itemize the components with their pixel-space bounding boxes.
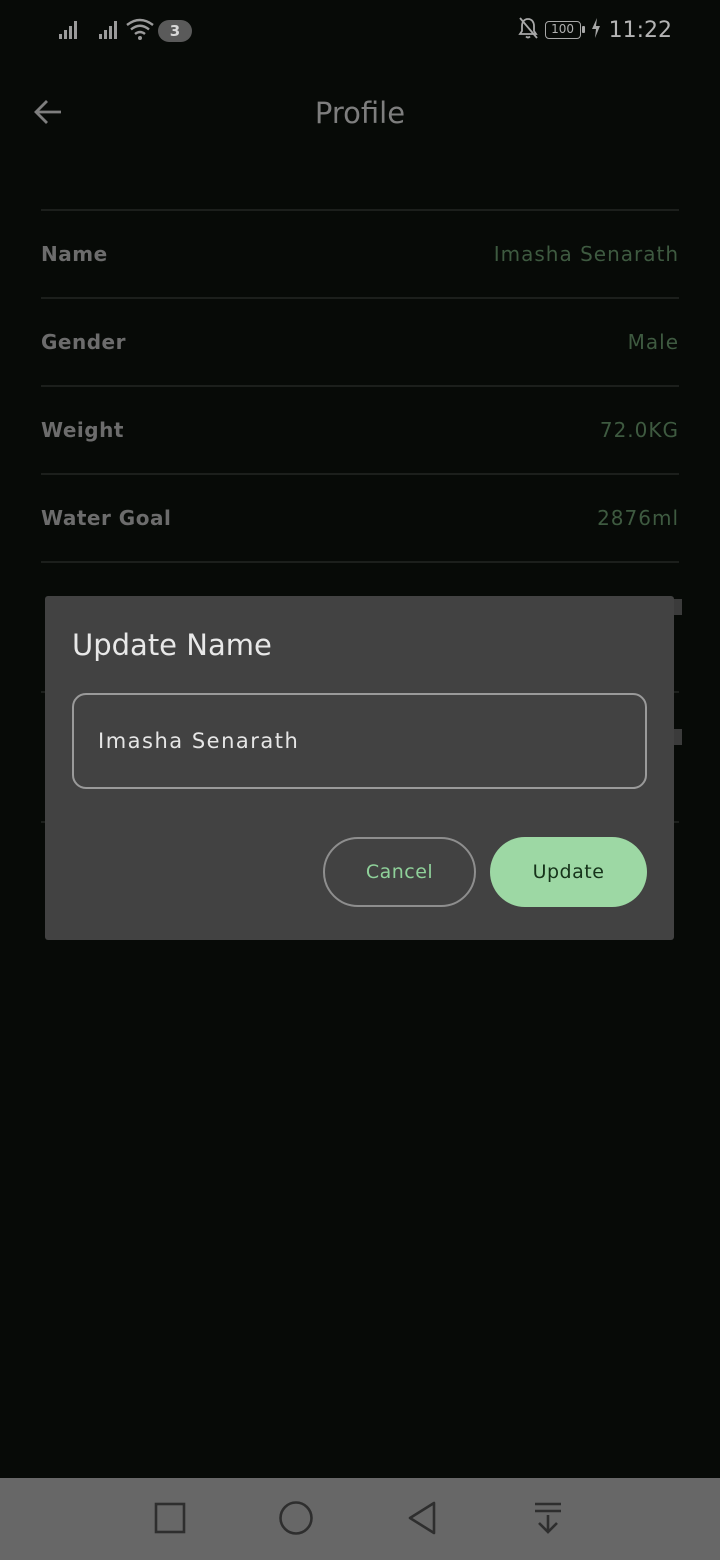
profile-screen: 3 100 11:22 Profile Name Imasha Senarath… [0,0,720,1560]
row-label: Weight [41,418,124,442]
home-circle-icon [278,1500,314,1541]
system-back-button[interactable] [400,1498,444,1542]
row-value: 72.0KG [599,418,679,442]
battery-icon: 100 [544,21,585,39]
charging-icon [591,17,601,43]
profile-list: Name Imasha Senarath Gender Male Weight … [41,209,682,823]
row-label: Name [41,242,108,266]
status-right-group: 100 11:22 [517,16,672,44]
system-nav-bar [0,1478,720,1560]
name-input[interactable] [72,693,647,789]
obscured-row-edge [674,599,682,615]
cancel-button[interactable]: Cancel [323,837,476,907]
update-name-dialog: Update Name Cancel Update [45,596,674,940]
divider [41,561,679,563]
profile-row-gender[interactable]: Gender Male [41,297,679,385]
signal-icon [58,18,82,40]
page-title: Profile [314,96,406,130]
obscured-row-edge [674,729,682,745]
profile-row-water-goal[interactable]: Water Goal 2876ml [41,473,679,561]
wifi-icon [125,17,155,41]
signal-icon [98,18,122,40]
row-value: 2876ml [597,506,679,530]
row-value: Imasha Senarath [493,242,679,266]
status-clock: 11:22 [608,17,672,43]
row-value: Male [627,330,679,354]
bell-off-icon [517,16,539,45]
home-button[interactable] [274,1498,318,1542]
status-bar: 3 100 11:22 [0,0,720,60]
profile-row-weight[interactable]: Weight 72.0KG [41,385,679,473]
notification-count-badge: 3 [158,20,192,42]
row-label: Gender [41,330,126,354]
profile-row-name[interactable]: Name Imasha Senarath [41,209,679,297]
row-label: Water Goal [41,506,172,530]
recents-square-icon [154,1502,186,1539]
back-triangle-icon [406,1500,438,1541]
app-bar: Profile [0,70,720,160]
notification-pull-button[interactable] [526,1498,570,1542]
update-button[interactable]: Update [490,837,647,907]
notification-pull-icon [532,1500,564,1541]
recents-button[interactable] [148,1498,192,1542]
dialog-title: Update Name [72,628,272,662]
